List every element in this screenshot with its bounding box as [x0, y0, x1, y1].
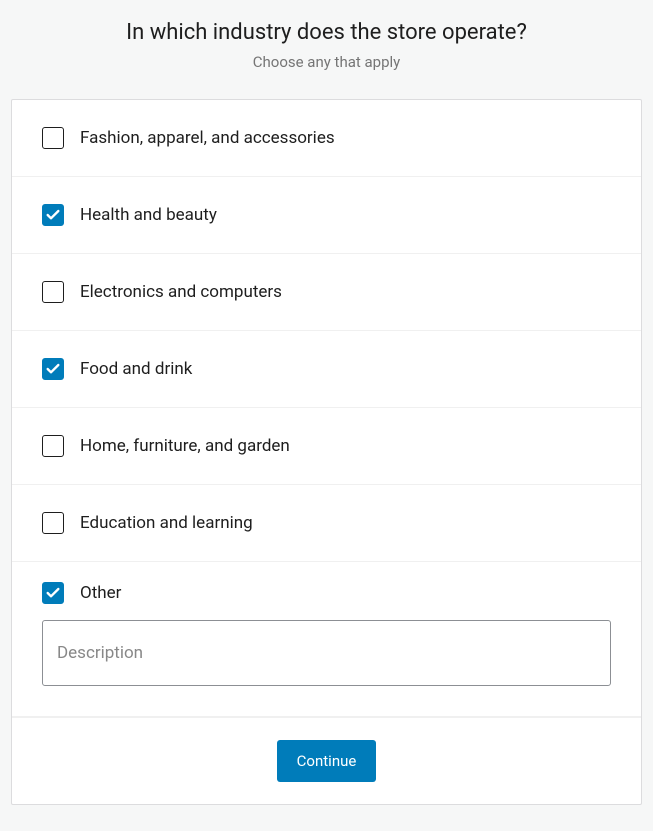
check-icon [45, 361, 61, 377]
card-footer: Continue [12, 717, 641, 804]
checkbox-electronics[interactable] [42, 281, 64, 303]
option-other[interactable]: Other [12, 562, 641, 717]
option-education[interactable]: Education and learning [12, 485, 641, 562]
option-label: Home, furniture, and garden [80, 436, 290, 456]
option-label: Fashion, apparel, and accessories [80, 128, 335, 148]
checkbox-health[interactable] [42, 204, 64, 226]
description-input[interactable] [42, 620, 611, 686]
option-label: Education and learning [80, 513, 253, 533]
check-icon [45, 207, 61, 223]
option-label: Health and beauty [80, 205, 217, 225]
checkbox-food[interactable] [42, 358, 64, 380]
page-title: In which industry does the store operate… [0, 20, 653, 45]
checkbox-education[interactable] [42, 512, 64, 534]
page-subtitle: Choose any that apply [0, 53, 653, 71]
option-food[interactable]: Food and drink [12, 331, 641, 408]
option-electronics[interactable]: Electronics and computers [12, 254, 641, 331]
checkbox-other[interactable] [42, 582, 64, 604]
checkbox-home[interactable] [42, 435, 64, 457]
option-home[interactable]: Home, furniture, and garden [12, 408, 641, 485]
industry-card: Fashion, apparel, and accessories Health… [11, 99, 642, 805]
continue-button[interactable]: Continue [277, 740, 377, 782]
option-label: Other [80, 583, 121, 603]
page-header: In which industry does the store operate… [0, 0, 653, 87]
option-label: Electronics and computers [80, 282, 282, 302]
option-label: Food and drink [80, 359, 192, 379]
option-fashion[interactable]: Fashion, apparel, and accessories [12, 100, 641, 177]
check-icon [45, 585, 61, 601]
checkbox-fashion[interactable] [42, 127, 64, 149]
option-health[interactable]: Health and beauty [12, 177, 641, 254]
option-other-inner: Other [42, 582, 611, 604]
